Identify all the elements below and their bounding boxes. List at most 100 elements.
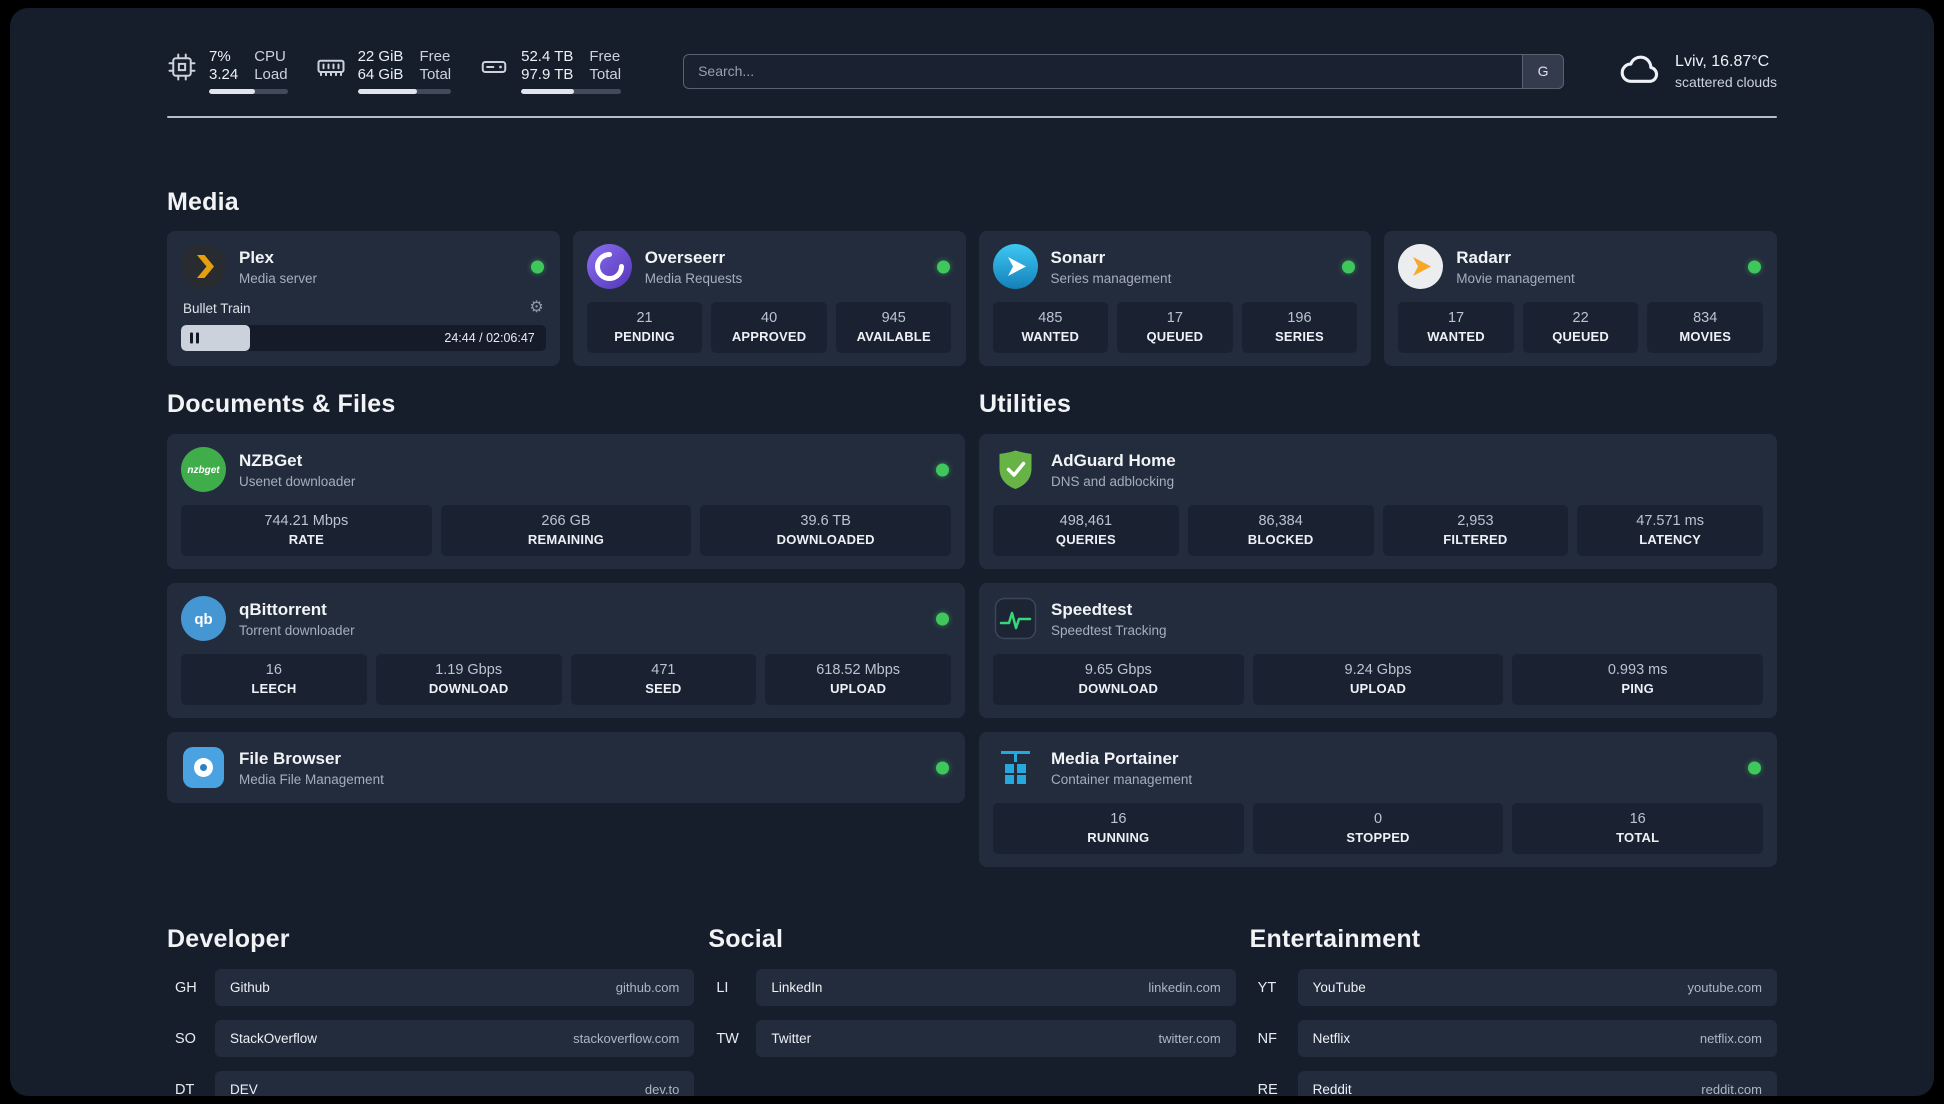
radarr-icon [1398,244,1444,289]
stat-wanted: 485 WANTED [992,302,1109,353]
bookmark-row: SO StackOverflow stackoverflow.com [167,1020,695,1057]
social-column: Social LI LinkedIn linkedin.com TW Twitt… [708,925,1236,1096]
stat-queued: 22 QUEUED [1522,302,1639,353]
app-desc: Movie management [1456,270,1575,286]
ram-total-value: 64 GiB [357,66,404,83]
cpu-monitor: 7% 3.24 CPU Load [167,48,288,94]
seek-bar[interactable]: 24:44 / 02:06:47 [181,325,546,351]
stat-blocked: 86,384 BLOCKED [1187,505,1374,556]
stat-remaining: 266 GB REMAINING [440,505,692,556]
stat-ping: 0.993 ms PING [1512,654,1764,705]
app-desc: Series management [1050,270,1172,286]
app-desc: Media File Management [239,771,384,787]
app-desc: Container management [1051,771,1193,787]
stat-queued: 17 QUEUED [1117,302,1233,353]
app-card-qbittorrent[interactable]: qb qBittorrent Torrent downloader 16 LEE… [167,583,965,718]
bookmark-row: DT DEV dev.to [167,1071,695,1096]
bookmark-abbr: RE [1257,1081,1278,1097]
bookmark-row: GH Github github.com [167,969,695,1006]
topbar: 7% 3.24 CPU Load 22 GiB 64 GiB Free Tota… [167,8,1777,94]
app-desc: Media server [239,270,318,286]
overseerr-icon [586,244,632,289]
app-desc: Torrent downloader [239,622,355,638]
app-title: Sonarr [1050,247,1106,267]
bookmark-youtube[interactable]: YouTube youtube.com [1297,969,1777,1006]
stat-movies: 834 MOVIES [1647,302,1763,353]
bookmark-row: LI LinkedIn linkedin.com [708,969,1236,1006]
app-title: Radarr [1456,247,1512,267]
bookmark-reddit[interactable]: Reddit reddit.com [1297,1071,1777,1096]
status-dot [1748,260,1761,273]
nzbget-icon: nzbget [181,447,226,492]
ram-free-label: Free [419,48,451,65]
pause-icon[interactable] [190,332,202,344]
app-title: qBittorrent [239,599,327,619]
ram-free-value: 22 GiB [357,48,404,65]
disk-monitor: 52.4 TB 97.9 TB Free Total [479,48,622,94]
developer-column: Developer GH Github github.com SO StackO… [167,925,695,1096]
stat-upload: 9.24 Gbps UPLOAD [1252,654,1504,705]
bookmark-abbr: GH [175,979,197,996]
weather-widget: Lviv, 16.87°C scattered clouds [1618,50,1777,92]
bookmark-stackoverflow[interactable]: StackOverflow stackoverflow.com [215,1020,695,1057]
stat-download: 9.65 Gbps DOWNLOAD [993,654,1244,705]
cloud-icon [1618,50,1662,92]
stat-pending: 21 PENDING [586,302,703,353]
disk-usage-bar [521,89,622,94]
filebrowser-icon [181,745,226,790]
app-title: Overseerr [644,247,726,267]
app-card-sonarr[interactable]: Sonarr Series management 485 WANTED 17 Q… [978,231,1372,366]
portainer-icon [993,745,1038,790]
stat-available: 945 AVAILABLE [835,302,952,353]
disk-total-value: 97.9 TB [521,66,574,83]
stat-latency: 47.571 ms LATENCY [1577,505,1763,556]
status-dot [1342,260,1356,273]
bookmark-row: RE Reddit reddit.com [1250,1071,1777,1096]
adguard-shield-icon [993,447,1038,492]
disk-drive-icon [479,48,509,82]
stat-leech: 16 LEECH [181,654,367,705]
app-card-overseerr[interactable]: Overseerr Media Requests 21 PENDING 40 A… [572,231,966,366]
app-card-nzbget[interactable]: nzbget NZBGet Usenet downloader 744.21 M… [167,434,965,569]
sonarr-icon [992,244,1038,289]
bookmark-row: YT YouTube youtube.com [1250,969,1777,1006]
cpu-load-label: Load [254,66,288,83]
bookmark-dev[interactable]: DEV dev.to [215,1071,695,1096]
stat-download: 1.19 Gbps DOWNLOAD [375,654,562,705]
documents-column: Documents & Files nzbget NZBGet Usenet d… [167,390,965,867]
app-card-portainer[interactable]: Media Portainer Container management 16 … [979,732,1777,867]
bookmark-row: NF Netflix netflix.com [1250,1020,1777,1057]
app-title: Media Portainer [1051,748,1179,768]
svg-text:nzbget: nzbget [187,465,220,476]
bookmark-netflix[interactable]: Netflix netflix.com [1297,1020,1777,1057]
app-card-filebrowser[interactable]: File Browser Media File Management [167,732,965,803]
section-title-social: Social [708,925,784,953]
ram-total-label: Total [419,66,452,83]
app-card-speedtest[interactable]: Speedtest Speedtest Tracking 9.65 Gbps D… [979,583,1777,718]
app-card-plex[interactable]: Plex Media server Bullet Train ⚙ 24:44 /… [167,231,560,366]
section-title-media: Media [167,188,239,216]
app-card-radarr[interactable]: Radarr Movie management 17 WANTED 22 QUE… [1384,231,1777,366]
gear-icon[interactable]: ⚙ [529,300,543,316]
bookmarks-grid: Developer GH Github github.com SO StackO… [167,925,1777,1096]
cpu-chip-icon [167,48,197,82]
app-desc: Usenet downloader [239,473,356,489]
plex-icon [181,244,226,289]
bookmark-twitter[interactable]: Twitter twitter.com [756,1020,1236,1057]
search-engine-button[interactable]: G [1522,53,1565,89]
bookmark-abbr: YT [1257,979,1277,996]
bookmark-abbr: TW [716,1030,739,1047]
bookmark-abbr: SO [175,1030,196,1047]
bookmark-linkedin[interactable]: LinkedIn linkedin.com [756,969,1236,1006]
stat-upload: 618.52 Mbps UPLOAD [765,654,951,705]
search-bar: G [683,53,1565,89]
app-card-adguard[interactable]: AdGuard Home DNS and adblocking 498,461 … [979,434,1777,569]
status-dot [936,463,949,476]
section-title-entertainment: Entertainment [1249,925,1421,953]
bookmark-github[interactable]: Github github.com [215,969,695,1006]
app-title: Speedtest [1051,599,1133,619]
app-title: Plex [239,247,274,267]
now-playing-time: 24:44 / 02:06:47 [444,331,535,345]
section-title-utilities: Utilities [979,390,1072,418]
search-input[interactable] [683,53,1565,89]
